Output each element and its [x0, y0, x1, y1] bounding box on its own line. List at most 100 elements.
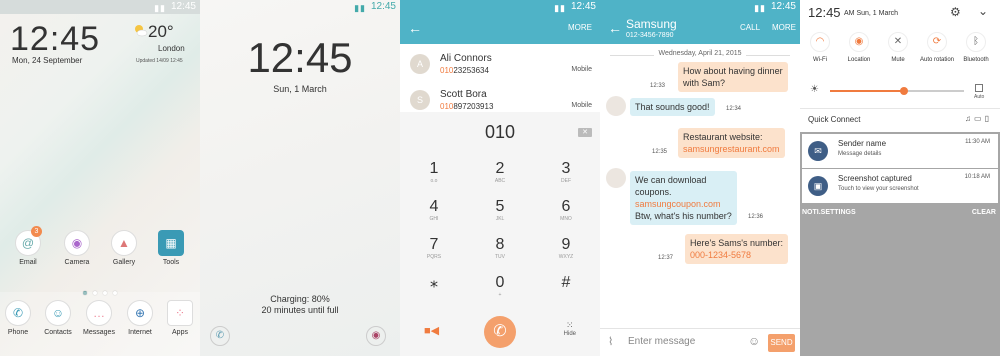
app-tools[interactable]: ▦ Tools	[153, 230, 189, 266]
app-gallery[interactable]: ▲ Gallery	[106, 230, 142, 266]
toggle-location[interactable]: ◉ Location	[841, 32, 877, 64]
call-button[interactable]: ✆	[484, 316, 516, 348]
dial-key[interactable]: 8 TUV	[480, 236, 520, 260]
wifi-icon: ◠	[810, 32, 830, 52]
message-input-bar: ⌇ Enter message ☺ SEND	[600, 328, 800, 356]
notification-item[interactable]: ▣ Screenshot captured Touch to view your…	[802, 169, 998, 203]
dial-key[interactable]: ⁎	[414, 274, 454, 292]
message-bubble-incoming[interactable]: We can download coupons. samsungcoupon.c…	[630, 171, 737, 225]
key-letters: ABC	[494, 178, 506, 184]
app-label: Internet	[128, 329, 152, 336]
dialer-screen: ▮▮ 12:45 ← MORE A Ali Connors 0102325363…	[400, 0, 600, 356]
status-time: 12:45	[770, 1, 796, 12]
notification-footer: NOTI.SETTINGS CLEAR	[800, 204, 1000, 224]
dock-contacts[interactable]: ☺ Contacts	[40, 300, 76, 336]
timestamp: 12:35	[652, 149, 668, 155]
backspace-icon[interactable]: ✕	[578, 128, 592, 137]
notification-time: 10:18 AM	[964, 174, 990, 180]
hide-keypad-button[interactable]: ⁙ Hide	[564, 320, 576, 337]
number-rest: 897203913	[453, 102, 494, 111]
number-rest: 23253634	[453, 66, 489, 75]
send-button[interactable]: SEND	[768, 334, 795, 352]
keypad-icon: ⁙	[566, 320, 574, 330]
notification-title: Screenshot captured	[838, 174, 912, 183]
lock-screen: ▮▮ 12:45 12:45 Sun, 1 March Charging: 80…	[200, 0, 400, 356]
camera-shortcut-icon[interactable]: ◉	[366, 326, 386, 346]
toggle-label: Location	[847, 57, 871, 63]
avatar	[606, 96, 626, 116]
dock-apps[interactable]: ⁘ Apps	[162, 300, 198, 336]
toggle-label: Wi-Fi	[813, 57, 827, 63]
contact-number: 010897203913	[440, 102, 493, 111]
dial-key[interactable]: 0 +	[480, 274, 520, 298]
dock-phone[interactable]: ✆ Phone	[0, 300, 36, 336]
message-bubble-incoming[interactable]: That sounds good!	[630, 98, 715, 116]
more-button[interactable]: MORE	[772, 23, 796, 32]
checkbox[interactable]	[975, 84, 984, 92]
gallery-icon: ▲	[111, 230, 137, 256]
key-letters: PQRS	[426, 254, 442, 260]
gear-icon[interactable]: ⚙	[950, 5, 961, 19]
dial-key[interactable]: 6 MNO	[546, 198, 586, 222]
temperature[interactable]: 20°	[148, 22, 174, 42]
message-link[interactable]: 000-1234-5678	[690, 249, 783, 261]
phone-shortcut-icon[interactable]: ✆	[210, 326, 230, 346]
clear-button[interactable]: CLEAR	[972, 209, 996, 216]
dock-internet[interactable]: ⊕ Internet	[122, 300, 158, 336]
message-text: How about having dinner	[683, 66, 783, 76]
dock-messages[interactable]: … Messages	[81, 300, 117, 336]
auto-brightness-toggle[interactable]: Auto	[974, 84, 984, 100]
app-email[interactable]: @ 3 Email	[10, 226, 46, 266]
more-button[interactable]: MORE	[568, 23, 592, 32]
dialed-number[interactable]: 010	[400, 122, 600, 143]
key-letters: DEF	[561, 178, 571, 184]
dial-key[interactable]: 4 GHI	[414, 198, 454, 222]
back-arrow-icon[interactable]: ←	[408, 20, 422, 36]
dial-key[interactable]: #	[546, 274, 586, 292]
chevron-down-icon[interactable]: ⌄	[978, 4, 988, 18]
brightness-handle[interactable]	[899, 87, 908, 95]
dial-key[interactable]: 5 JKL	[480, 198, 520, 222]
toggle-mute[interactable]: ✕ Mute	[880, 32, 916, 64]
contact-name: Scott Bora	[440, 89, 487, 100]
video-call-icon[interactable]: ■◀	[424, 324, 439, 337]
notification-item[interactable]: ✉ Sender name Message details 11:30 AM	[802, 134, 998, 168]
message-input[interactable]: Enter message	[628, 336, 695, 347]
notification-panel: 12:45 AM Sun, 1 March ⚙ ⌄ ◠ Wi-Fi ◉ Locatio…	[800, 0, 1000, 356]
dial-key[interactable]: 1 o.o	[414, 160, 454, 184]
toggle-wi-fi[interactable]: ◠ Wi-Fi	[802, 32, 838, 64]
dial-key[interactable]: 7 PQRS	[414, 236, 454, 260]
dial-key[interactable]: 2 ABC	[480, 160, 520, 184]
quick-connect-bar[interactable]: Quick Connect ♫▭▯	[800, 108, 1000, 130]
app-label: Tools	[162, 259, 180, 266]
home-screen: ▮▮ 12:45 12:45 Mon, 24 September 20° Lon…	[0, 0, 200, 356]
attach-icon[interactable]: ⌇	[608, 335, 613, 348]
devices-icon: ♫▭▯	[965, 114, 992, 123]
message-bubble-outgoing[interactable]: Restaurant website: samsungrestaurant.co…	[678, 128, 785, 158]
rotation-icon: ⟳	[927, 32, 947, 52]
message-bubble-outgoing[interactable]: How about having dinner with Sam?	[678, 62, 788, 92]
emoji-icon[interactable]: ☺	[748, 334, 760, 348]
weather-updated: Updated 14/09 12:45	[136, 58, 183, 64]
noti-settings-button[interactable]: NOTI.SETTINGS	[802, 209, 856, 216]
message-link[interactable]: samsungrestaurant.com	[683, 143, 780, 155]
clock-widget[interactable]: 12:45	[10, 20, 100, 59]
back-arrow-icon[interactable]: ←	[608, 20, 622, 36]
status-time: 12:45	[170, 1, 196, 12]
toggle-bluetooth[interactable]: ᛒ Bluetooth	[958, 32, 994, 64]
call-button[interactable]: CALL	[740, 23, 760, 32]
signal-icon: ▮▮	[554, 3, 566, 13]
message-link[interactable]: samsungcoupon.com	[635, 198, 732, 210]
key-digit: 3	[561, 160, 571, 177]
app-camera[interactable]: ◉ Camera	[59, 230, 95, 266]
dial-key[interactable]: 3 DEF	[546, 160, 586, 184]
message-bubble-outgoing[interactable]: Here's Sams's number: 000-1234-5678	[685, 234, 788, 264]
dial-key[interactable]: 9 WXYZ	[546, 236, 586, 260]
brightness-slider[interactable]	[830, 87, 964, 95]
message-text: coupons.	[635, 187, 672, 197]
app-label: Messages	[83, 329, 115, 336]
lock-clock: 12:45	[247, 34, 353, 81]
signal-icon: ▮▮	[154, 3, 166, 13]
toggle-auto-rotation[interactable]: ⟳ Auto rotation	[919, 32, 955, 64]
contact-suggestion[interactable]: A Ali Connors 01023253634 Mobile	[400, 48, 600, 80]
